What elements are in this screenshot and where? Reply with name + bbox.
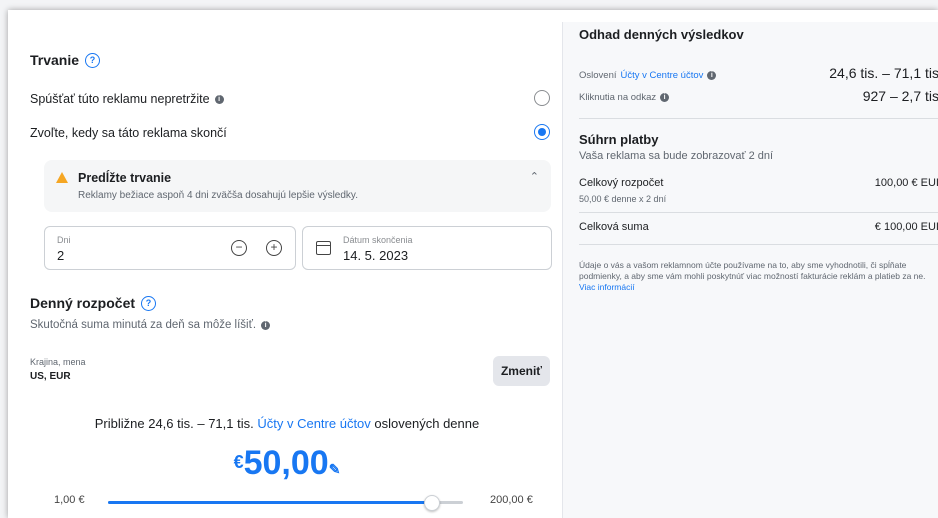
daily-budget-amount[interactable]: €50,00✎ xyxy=(22,444,552,483)
total-sum-label: Celková suma xyxy=(579,221,649,233)
disclaimer-text: Údaje o vás a vašom reklamnom účte použí… xyxy=(579,260,926,281)
days-field[interactable]: Dni 2 − + xyxy=(44,226,296,270)
radio-continuous[interactable] xyxy=(534,90,550,106)
warning-text: Reklamy bežiace aspoň 4 dni zväčša dosah… xyxy=(78,190,358,201)
slider-max-label: 200,00 € xyxy=(490,494,533,506)
warning-icon xyxy=(56,172,68,183)
divider xyxy=(579,118,938,119)
reach-value: 24,6 tis. – 71,1 tis xyxy=(829,65,938,81)
daily-budget-subtitle-text: Skutočná suma minutá za deň sa môže líši… xyxy=(30,319,257,331)
accounts-center-link[interactable]: Účty v Centre účtov xyxy=(257,416,370,431)
reach-label: Oslovení Účty v Centre účtov i xyxy=(579,70,717,81)
option-end-label: Zvoľte, kedy sa táto reklama skončí xyxy=(30,126,227,140)
chevron-up-icon[interactable]: ⌃ xyxy=(530,170,539,183)
info-icon[interactable]: i xyxy=(707,71,717,80)
daily-budget-subtitle: Skutočná suma minutá za deň sa môže líši… xyxy=(30,319,271,331)
info-icon[interactable]: i xyxy=(660,93,670,102)
country-currency-label: Krajina, mena xyxy=(30,357,86,367)
daily-budget-title: Denný rozpočet ? xyxy=(30,295,157,311)
change-button[interactable]: Zmeniť xyxy=(493,356,550,386)
ad-setup-panel: Trvanie ? Spúšťať túto reklamu nepretrži… xyxy=(8,10,938,518)
results-title: Odhad denných výsledkov xyxy=(579,27,744,42)
help-icon[interactable]: ? xyxy=(85,52,101,68)
end-date-field[interactable]: Dátum skončenia 14. 5. 2023 xyxy=(302,226,552,270)
minus-circle-icon[interactable]: − xyxy=(231,240,247,256)
reach-suffix: oslovených denne xyxy=(374,416,480,431)
calendar-icon xyxy=(316,241,331,255)
divider xyxy=(579,244,938,245)
duration-title-text: Trvanie xyxy=(30,52,80,68)
end-date-label: Dátum skončenia xyxy=(343,235,413,245)
reach-accounts-link[interactable]: Účty v Centre účtov xyxy=(621,70,704,81)
left-column: Trvanie ? Spúšťať túto reklamu nepretrži… xyxy=(22,32,552,518)
budget-slider[interactable] xyxy=(108,495,463,511)
help-icon[interactable]: ? xyxy=(141,295,157,311)
slider-fill xyxy=(108,501,432,504)
radio-end-date[interactable] xyxy=(534,124,550,140)
more-info-link[interactable]: Viac informácií xyxy=(579,282,635,292)
slider-min-label: 1,00 € xyxy=(54,494,85,506)
info-icon[interactable]: i xyxy=(261,320,271,330)
info-icon[interactable]: i xyxy=(214,94,224,104)
payment-summary-subtitle: Vaša reklama sa bude zobrazovať 2 dní xyxy=(579,150,774,162)
disclaimer: Údaje o vás a vašom reklamnom účte použí… xyxy=(579,260,934,293)
days-label: Dni xyxy=(57,235,71,245)
pencil-icon[interactable]: ✎ xyxy=(329,461,341,477)
country-currency-value: US, EUR xyxy=(30,371,71,382)
total-sum-value: € 100,00 EUI xyxy=(874,221,938,233)
total-budget-detail: 50,00 € denne x 2 dní xyxy=(579,194,667,204)
extend-duration-warning: Predĺžte trvanie Reklamy bežiace aspoň 4… xyxy=(44,160,551,212)
option-continuous: Spúšťať túto reklamu nepretržite i xyxy=(30,92,224,106)
payment-summary-title: Súhrn platby xyxy=(579,132,659,147)
warning-title: Predĺžte trvanie xyxy=(78,171,172,185)
budget-value[interactable]: 50,00 xyxy=(244,444,329,482)
reach-prefix: Približne 24,6 tis. – 71,1 tis. xyxy=(94,416,254,431)
estimated-reach-text: Približne 24,6 tis. – 71,1 tis. Účty v C… xyxy=(22,416,552,431)
daily-budget-title-text: Denný rozpočet xyxy=(30,295,136,311)
duration-title: Trvanie ? xyxy=(30,52,101,68)
slider-handle[interactable] xyxy=(424,495,441,511)
option-end: Zvoľte, kedy sa táto reklama skončí xyxy=(30,126,227,140)
currency-symbol: € xyxy=(233,452,244,472)
total-budget-value: 100,00 € EUI xyxy=(874,177,938,189)
clicks-label-text: Kliknutia na odkaz xyxy=(579,92,657,103)
reach-label-prefix: Oslovení xyxy=(579,70,617,81)
total-budget-label: Celkový rozpočet xyxy=(579,177,664,189)
clicks-label: Kliknutia na odkaz i xyxy=(579,92,670,103)
results-sidebar: Odhad denných výsledkov Oslovení Účty v … xyxy=(562,22,938,518)
days-value[interactable]: 2 xyxy=(57,248,64,263)
clicks-value: 927 – 2,7 tis xyxy=(862,88,938,104)
end-date-value[interactable]: 14. 5. 2023 xyxy=(343,248,408,263)
divider xyxy=(579,212,938,213)
plus-circle-icon[interactable]: + xyxy=(266,240,282,256)
option-continuous-label: Spúšťať túto reklamu nepretržite xyxy=(30,92,210,106)
